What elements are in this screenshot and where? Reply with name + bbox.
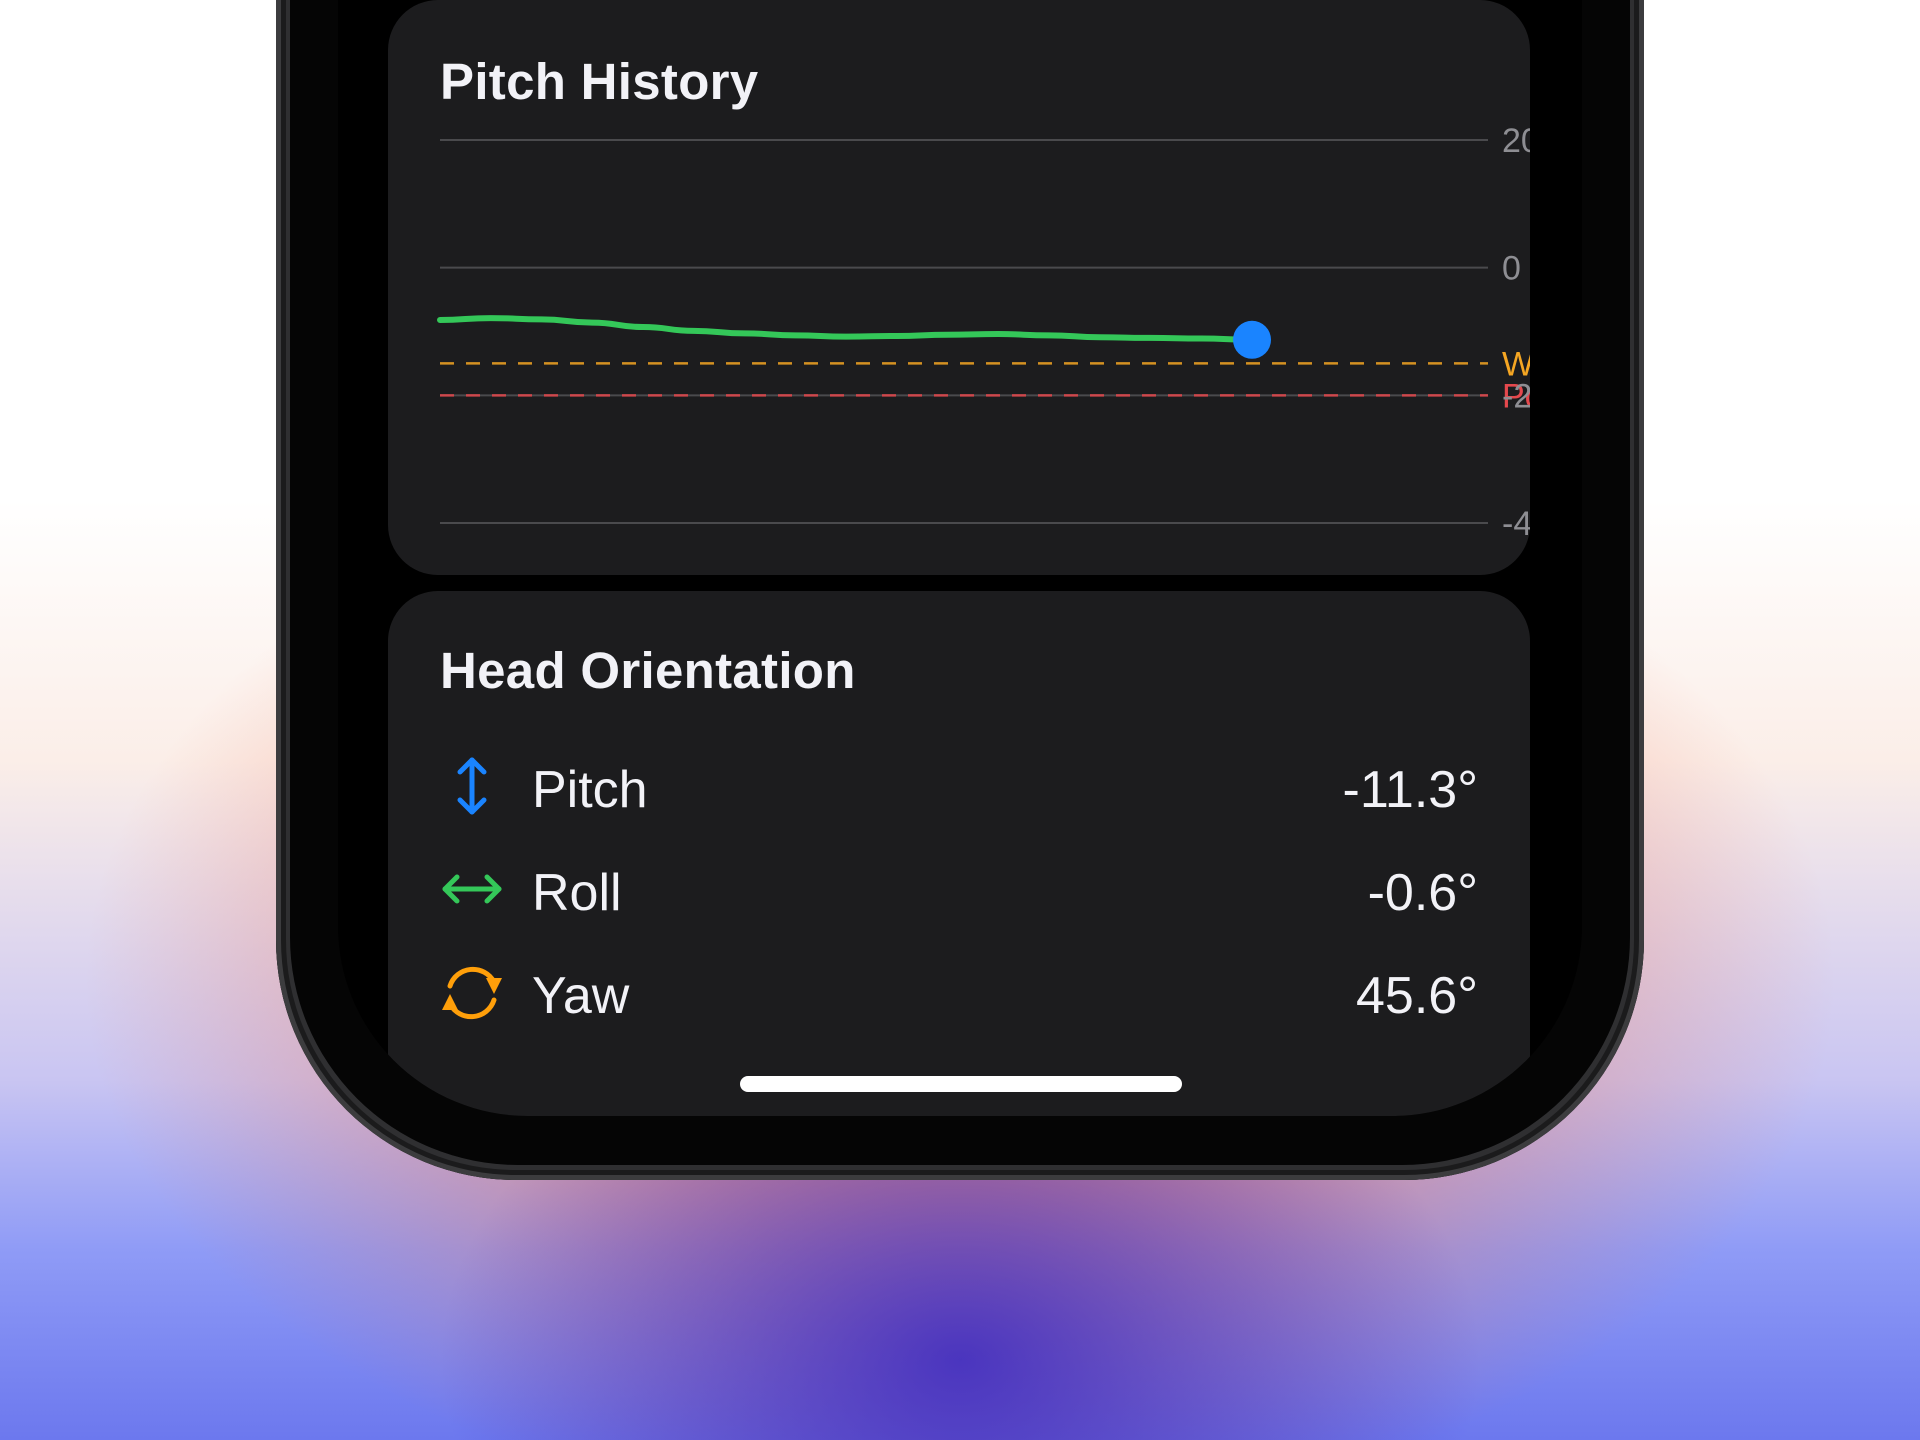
pitch-history-card: Pitch History WarninPoor 200-20-40: [388, 0, 1530, 575]
orientation-row-pitch: Pitch -11.3°: [436, 750, 1478, 830]
chart-y-ticks: 20 0 -20 -40: [1502, 122, 1530, 543]
roll-value: -0.6°: [1367, 864, 1478, 922]
current-pitch-point: [1233, 320, 1271, 359]
head-orientation-title: Head Orientation: [440, 642, 856, 699]
chart-thresholds: WarninPoor: [440, 345, 1530, 415]
orientation-row-yaw: Yaw 45.6°: [436, 956, 1478, 1036]
roll-label: Roll: [532, 864, 622, 922]
pitch-label: Pitch: [532, 761, 648, 819]
rotate-arrows-icon: [442, 966, 502, 1020]
pitch-history-chart: WarninPoor 20 0 -20 -40: [437, 122, 1530, 543]
head-orientation-card: Head Orientation Pitch -11.3° Roll -0.6°…: [388, 591, 1530, 1116]
y-tick-label: -20: [1502, 377, 1530, 415]
vertical-arrows-icon: [457, 757, 487, 815]
y-tick-label: 20: [1502, 122, 1530, 160]
phone-screen: Pitch History WarninPoor 200-20-40 Head …: [338, 0, 1582, 1116]
pitch-value: -11.3°: [1342, 761, 1478, 819]
y-tick-label: 0: [1502, 250, 1521, 288]
orientation-row-roll: Roll -0.6°: [436, 853, 1478, 933]
y-tick-label: -40: [1502, 505, 1530, 543]
chart-series: [437, 315, 1271, 359]
yaw-label: Yaw: [532, 967, 630, 1025]
home-indicator[interactable]: [740, 1076, 1182, 1092]
pitch-series-line: [437, 315, 1255, 343]
yaw-value: 45.6°: [1355, 967, 1478, 1025]
horizontal-arrows-icon: [442, 874, 502, 904]
chart-grid: [440, 139, 1488, 524]
